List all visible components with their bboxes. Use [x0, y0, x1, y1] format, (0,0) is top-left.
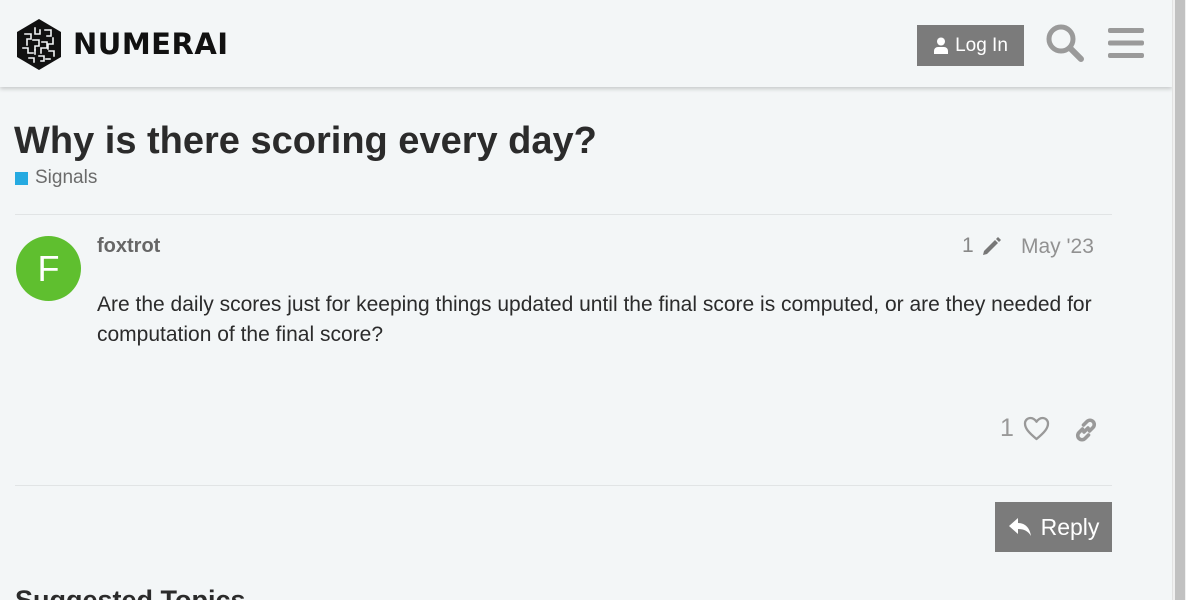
- reply-icon: [1008, 518, 1031, 536]
- hamburger-menu-button[interactable]: [1105, 22, 1147, 64]
- user-icon: [934, 37, 949, 54]
- link-icon: [1075, 418, 1097, 442]
- post-username[interactable]: foxtrot: [97, 235, 160, 258]
- category-badge[interactable]: Signals: [15, 167, 97, 189]
- site-logo[interactable]: NUMERAI: [15, 18, 229, 71]
- avatar[interactable]: F: [16, 236, 81, 301]
- page: NUMERAI Log In Why is there scoring ever…: [0, 0, 1172, 600]
- reply-label: Reply: [1040, 513, 1100, 540]
- reply-button[interactable]: Reply: [995, 502, 1112, 552]
- topic-title[interactable]: Why is there scoring every day?: [14, 119, 597, 165]
- login-label: Log In: [955, 34, 1008, 56]
- vertical-scrollbar[interactable]: [1172, 0, 1186, 600]
- share-link-button[interactable]: [1072, 416, 1100, 444]
- avatar-letter: F: [37, 247, 60, 289]
- divider: [15, 214, 1112, 215]
- hamburger-menu-icon: [1108, 28, 1144, 58]
- site-header: NUMERAI Log In: [0, 0, 1172, 87]
- divider: [15, 485, 1112, 486]
- category-name: Signals: [35, 167, 98, 188]
- edit-count: 1: [962, 234, 974, 257]
- numerai-logo-icon: [17, 19, 61, 70]
- logo-text: NUMERAI: [73, 27, 229, 61]
- post-date[interactable]: May '23: [1021, 235, 1094, 259]
- scrollbar-thumb[interactable]: [1175, 0, 1185, 600]
- category-color-square: [15, 171, 28, 185]
- suggested-topics-heading: Suggested Topics: [15, 585, 246, 600]
- login-button[interactable]: Log In: [917, 25, 1024, 66]
- pencil-icon: [982, 236, 1001, 255]
- edit-history-button[interactable]: 1: [962, 234, 1002, 258]
- post-body: Are the daily scores just for keeping th…: [97, 293, 1092, 346]
- search-button[interactable]: [1044, 22, 1086, 64]
- search-icon: [1046, 24, 1084, 62]
- like-button[interactable]: 1: [1000, 414, 1050, 443]
- heart-icon: [1023, 416, 1050, 441]
- like-count: 1: [1000, 414, 1014, 442]
